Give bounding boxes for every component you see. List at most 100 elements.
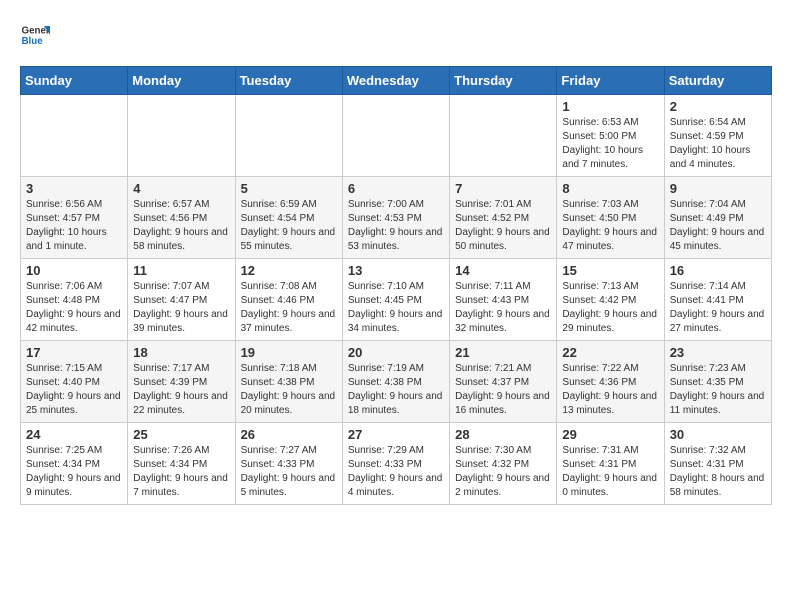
svg-text:Blue: Blue	[22, 36, 44, 47]
day-info: Sunrise: 7:21 AM Sunset: 4:37 PM Dayligh…	[455, 362, 551, 418]
day-info: Sunrise: 6:59 AM Sunset: 4:54 PM Dayligh…	[241, 198, 337, 254]
table-cell: 28 Sunrise: 7:30 AM Sunset: 4:32 PM Dayli…	[450, 423, 557, 505]
table-cell: 19 Sunrise: 7:18 AM Sunset: 4:38 PM Dayli…	[235, 341, 342, 423]
day-number: 25	[133, 427, 229, 442]
day-number: 21	[455, 345, 551, 360]
table-cell: 14 Sunrise: 7:11 AM Sunset: 4:43 PM Dayli…	[450, 259, 557, 341]
day-number: 16	[670, 263, 766, 278]
day-info: Sunrise: 7:17 AM Sunset: 4:39 PM Dayligh…	[133, 362, 229, 418]
header-monday: Monday	[128, 67, 235, 95]
day-info: Sunrise: 7:29 AM Sunset: 4:33 PM Dayligh…	[348, 444, 444, 500]
logo-icon: General Blue	[20, 20, 50, 50]
day-number: 28	[455, 427, 551, 442]
day-info: Sunrise: 7:07 AM Sunset: 4:47 PM Dayligh…	[133, 280, 229, 336]
table-cell: 13 Sunrise: 7:10 AM Sunset: 4:45 PM Dayli…	[342, 259, 449, 341]
day-number: 9	[670, 181, 766, 196]
page-header: General Blue	[20, 20, 772, 50]
day-number: 12	[241, 263, 337, 278]
day-number: 22	[562, 345, 658, 360]
table-cell: 27 Sunrise: 7:29 AM Sunset: 4:33 PM Dayli…	[342, 423, 449, 505]
table-cell	[128, 95, 235, 177]
table-cell: 18 Sunrise: 7:17 AM Sunset: 4:39 PM Dayli…	[128, 341, 235, 423]
table-cell: 11 Sunrise: 7:07 AM Sunset: 4:47 PM Dayli…	[128, 259, 235, 341]
day-number: 30	[670, 427, 766, 442]
day-number: 26	[241, 427, 337, 442]
day-number: 2	[670, 99, 766, 114]
calendar-table: Sunday Monday Tuesday Wednesday Thursday…	[20, 66, 772, 505]
day-info: Sunrise: 7:32 AM Sunset: 4:31 PM Dayligh…	[670, 444, 766, 500]
table-cell	[21, 95, 128, 177]
table-cell: 22 Sunrise: 7:22 AM Sunset: 4:36 PM Dayli…	[557, 341, 664, 423]
table-cell: 17Sunrise: 7:15 AM Sunset: 4:40 PM Dayli…	[21, 341, 128, 423]
day-info: Sunrise: 7:18 AM Sunset: 4:38 PM Dayligh…	[241, 362, 337, 418]
day-info: Sunrise: 7:00 AM Sunset: 4:53 PM Dayligh…	[348, 198, 444, 254]
table-cell: 25 Sunrise: 7:26 AM Sunset: 4:34 PM Dayli…	[128, 423, 235, 505]
header-sunday: Sunday	[21, 67, 128, 95]
day-info: Sunrise: 7:19 AM Sunset: 4:38 PM Dayligh…	[348, 362, 444, 418]
day-number: 14	[455, 263, 551, 278]
day-number: 19	[241, 345, 337, 360]
day-number: 3	[26, 181, 122, 196]
calendar-header: Sunday Monday Tuesday Wednesday Thursday…	[21, 67, 772, 95]
day-number: 27	[348, 427, 444, 442]
table-cell	[342, 95, 449, 177]
table-cell: 20 Sunrise: 7:19 AM Sunset: 4:38 PM Dayli…	[342, 341, 449, 423]
day-number: 5	[241, 181, 337, 196]
day-number: 6	[348, 181, 444, 196]
day-info: Sunrise: 7:04 AM Sunset: 4:49 PM Dayligh…	[670, 198, 766, 254]
day-number: 1	[562, 99, 658, 114]
day-number: 15	[562, 263, 658, 278]
day-info: Sunrise: 7:01 AM Sunset: 4:52 PM Dayligh…	[455, 198, 551, 254]
header-friday: Friday	[557, 67, 664, 95]
day-number: 18	[133, 345, 229, 360]
table-cell: 7 Sunrise: 7:01 AM Sunset: 4:52 PM Daylig…	[450, 177, 557, 259]
table-cell: 6 Sunrise: 7:00 AM Sunset: 4:53 PM Daylig…	[342, 177, 449, 259]
calendar-body: 1 Sunrise: 6:53 AM Sunset: 5:00 PM Daylig…	[21, 95, 772, 505]
table-cell: 5 Sunrise: 6:59 AM Sunset: 4:54 PM Daylig…	[235, 177, 342, 259]
day-number: 8	[562, 181, 658, 196]
header-tuesday: Tuesday	[235, 67, 342, 95]
day-number: 11	[133, 263, 229, 278]
table-cell: 24 Sunrise: 7:25 AM Sunset: 4:34 PM Dayli…	[21, 423, 128, 505]
day-info: Sunrise: 7:26 AM Sunset: 4:34 PM Dayligh…	[133, 444, 229, 500]
day-number: 24	[26, 427, 122, 442]
day-info: Sunrise: 7:27 AM Sunset: 4:33 PM Dayligh…	[241, 444, 337, 500]
table-cell	[450, 95, 557, 177]
day-info: Sunrise: 7:31 AM Sunset: 4:31 PM Dayligh…	[562, 444, 658, 500]
table-cell: 30 Sunrise: 7:32 AM Sunset: 4:31 PM Dayli…	[664, 423, 771, 505]
logo: General Blue	[20, 20, 54, 50]
table-cell: 29 Sunrise: 7:31 AM Sunset: 4:31 PM Dayli…	[557, 423, 664, 505]
day-info: Sunrise: 7:11 AM Sunset: 4:43 PM Dayligh…	[455, 280, 551, 336]
header-wednesday: Wednesday	[342, 67, 449, 95]
day-number: 4	[133, 181, 229, 196]
day-info: Sunrise: 7:23 AM Sunset: 4:35 PM Dayligh…	[670, 362, 766, 418]
day-info: Sunrise: 7:25 AM Sunset: 4:34 PM Dayligh…	[26, 444, 122, 500]
day-number: 23	[670, 345, 766, 360]
table-cell: 3 Sunrise: 6:56 AM Sunset: 4:57 PM Daylig…	[21, 177, 128, 259]
day-info: Sunrise: 7:08 AM Sunset: 4:46 PM Dayligh…	[241, 280, 337, 336]
day-number: 20	[348, 345, 444, 360]
day-number: 13	[348, 263, 444, 278]
header-saturday: Saturday	[664, 67, 771, 95]
day-number: 7	[455, 181, 551, 196]
table-cell: 8 Sunrise: 7:03 AM Sunset: 4:50 PM Daylig…	[557, 177, 664, 259]
table-cell: 10Sunrise: 7:06 AM Sunset: 4:48 PM Dayli…	[21, 259, 128, 341]
day-info: Sunrise: 7:30 AM Sunset: 4:32 PM Dayligh…	[455, 444, 551, 500]
day-info: Sunrise: 7:03 AM Sunset: 4:50 PM Dayligh…	[562, 198, 658, 254]
day-info: Sunrise: 6:56 AM Sunset: 4:57 PM Dayligh…	[26, 198, 122, 254]
day-number: 10	[26, 263, 122, 278]
table-cell: 23 Sunrise: 7:23 AM Sunset: 4:35 PM Dayli…	[664, 341, 771, 423]
table-cell: 9 Sunrise: 7:04 AM Sunset: 4:49 PM Daylig…	[664, 177, 771, 259]
table-cell: 16 Sunrise: 7:14 AM Sunset: 4:41 PM Dayli…	[664, 259, 771, 341]
day-info: Sunrise: 7:15 AM Sunset: 4:40 PM Dayligh…	[26, 362, 122, 418]
day-info: Sunrise: 7:10 AM Sunset: 4:45 PM Dayligh…	[348, 280, 444, 336]
day-number: 29	[562, 427, 658, 442]
day-info: Sunrise: 7:22 AM Sunset: 4:36 PM Dayligh…	[562, 362, 658, 418]
day-info: Sunrise: 7:14 AM Sunset: 4:41 PM Dayligh…	[670, 280, 766, 336]
day-info: Sunrise: 6:54 AM Sunset: 4:59 PM Dayligh…	[670, 116, 766, 172]
header-thursday: Thursday	[450, 67, 557, 95]
table-cell: 2 Sunrise: 6:54 AM Sunset: 4:59 PM Daylig…	[664, 95, 771, 177]
table-cell	[235, 95, 342, 177]
day-info: Sunrise: 6:57 AM Sunset: 4:56 PM Dayligh…	[133, 198, 229, 254]
day-info: Sunrise: 6:53 AM Sunset: 5:00 PM Dayligh…	[562, 116, 658, 172]
